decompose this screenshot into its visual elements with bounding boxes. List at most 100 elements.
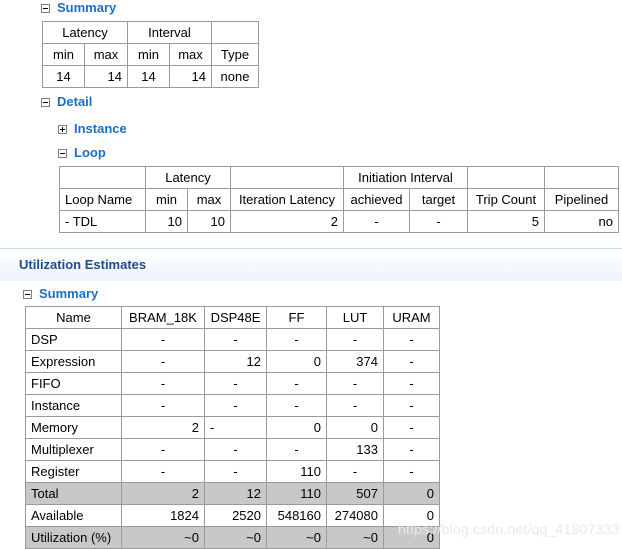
empty-header-cell bbox=[59, 166, 146, 189]
table-row: Register - - 110 - - bbox=[25, 460, 440, 483]
expand-instance-icon[interactable] bbox=[58, 125, 67, 134]
util-summary-title[interactable]: Summary bbox=[39, 286, 98, 302]
loop-table: Latency Initiation Interval Loop Name mi… bbox=[59, 166, 619, 233]
table-cell: 0 bbox=[383, 482, 440, 505]
table-row: Expression - 12 0 374 - bbox=[25, 350, 440, 373]
table-cell: - bbox=[326, 460, 384, 483]
table-cell: - bbox=[266, 438, 327, 461]
col-header: min bbox=[127, 43, 170, 66]
detail-title[interactable]: Detail bbox=[57, 94, 92, 110]
col-header: achieved bbox=[343, 188, 410, 211]
table-cell: 274080 bbox=[326, 504, 384, 527]
table-cell: 14 bbox=[127, 65, 170, 88]
col-header: max bbox=[169, 43, 212, 66]
table-cell: 5 bbox=[467, 210, 545, 233]
table-cell: 0 bbox=[266, 350, 327, 373]
row-name: Total bbox=[25, 482, 122, 505]
row-name: DSP bbox=[25, 328, 122, 351]
table-cell: 507 bbox=[326, 482, 384, 505]
table-cell: 14 bbox=[84, 65, 128, 88]
table-cell: - bbox=[383, 328, 440, 351]
latency-group-header: Latency bbox=[145, 166, 231, 189]
col-header: LUT bbox=[326, 306, 384, 329]
col-header: min bbox=[145, 188, 188, 211]
utilization-summary-table: Name BRAM_18K DSP48E FF LUT URAM DSP - -… bbox=[25, 306, 440, 549]
table-cell: - bbox=[343, 210, 410, 233]
table-row: FIFO - - - - - bbox=[25, 372, 440, 395]
col-header: URAM bbox=[383, 306, 440, 329]
col-header: Name bbox=[25, 306, 122, 329]
instance-title[interactable]: Instance bbox=[74, 121, 127, 137]
total-row: Total 2 12 110 507 0 bbox=[25, 482, 440, 505]
col-header: Trip Count bbox=[467, 188, 545, 211]
collapse-loop-icon[interactable] bbox=[58, 149, 67, 158]
table-cell: - bbox=[383, 394, 440, 417]
empty-header-cell bbox=[467, 166, 545, 189]
utilization-estimates-title[interactable]: Utilization Estimates bbox=[19, 257, 146, 272]
col-header: min bbox=[42, 43, 85, 66]
table-cell: - bbox=[326, 372, 384, 395]
table-cell: - bbox=[266, 328, 327, 351]
table-cell: - bbox=[383, 350, 440, 373]
table-cell: - bbox=[383, 372, 440, 395]
table-cell: - bbox=[409, 210, 468, 233]
table-row: Instance - - - - - bbox=[25, 394, 440, 417]
collapse-summary-icon[interactable] bbox=[41, 4, 50, 13]
table-cell: - bbox=[121, 438, 205, 461]
col-header: Loop Name bbox=[59, 188, 146, 211]
table-cell: 133 bbox=[326, 438, 384, 461]
table-cell: - bbox=[204, 394, 267, 417]
table-cell: - TDL bbox=[59, 210, 146, 233]
col-header: FF bbox=[266, 306, 327, 329]
empty-header-cell bbox=[230, 166, 344, 189]
table-cell: 12 bbox=[204, 350, 267, 373]
table-cell: 374 bbox=[326, 350, 384, 373]
row-name: Expression bbox=[25, 350, 122, 373]
table-cell: 2 bbox=[121, 416, 205, 439]
col-header: max bbox=[187, 188, 231, 211]
table-cell: 2 bbox=[121, 482, 205, 505]
col-header: Iteration Latency bbox=[230, 188, 344, 211]
collapse-detail-icon[interactable] bbox=[41, 98, 50, 107]
collapse-util-summary-icon[interactable] bbox=[23, 290, 32, 299]
table-cell: none bbox=[211, 65, 259, 88]
row-name: Utilization (%) bbox=[25, 526, 122, 549]
table-cell: 2 bbox=[230, 210, 344, 233]
table-cell: - bbox=[204, 416, 267, 439]
loop-title[interactable]: Loop bbox=[74, 145, 106, 161]
row-name: FIFO bbox=[25, 372, 122, 395]
col-header: max bbox=[84, 43, 128, 66]
table-cell: ~0 bbox=[121, 526, 205, 549]
table-row: DSP - - - - - bbox=[25, 328, 440, 351]
col-header: DSP48E bbox=[204, 306, 267, 329]
col-header: BRAM_18K bbox=[121, 306, 205, 329]
table-cell: - bbox=[266, 394, 327, 417]
table-row: Multiplexer - - - 133 - bbox=[25, 438, 440, 461]
table-cell: - bbox=[383, 438, 440, 461]
table-cell: - bbox=[204, 438, 267, 461]
summary-title[interactable]: Summary bbox=[57, 0, 116, 16]
row-name: Memory bbox=[25, 416, 122, 439]
table-cell: 548160 bbox=[266, 504, 327, 527]
table-cell: 0 bbox=[266, 416, 327, 439]
table-cell: 10 bbox=[187, 210, 231, 233]
table-cell: ~0 bbox=[204, 526, 267, 549]
col-header: Type bbox=[211, 43, 259, 66]
available-row: Available 1824 2520 548160 274080 0 bbox=[25, 504, 440, 527]
table-cell: - bbox=[383, 460, 440, 483]
latency-group-header: Latency bbox=[42, 21, 128, 44]
table-cell: 14 bbox=[169, 65, 212, 88]
table-cell: no bbox=[544, 210, 619, 233]
row-name: Register bbox=[25, 460, 122, 483]
col-header: Pipelined bbox=[544, 188, 619, 211]
table-cell: 0 bbox=[326, 416, 384, 439]
table-cell: - bbox=[121, 328, 205, 351]
table-cell: 110 bbox=[266, 460, 327, 483]
initiation-interval-group-header: Initiation Interval bbox=[343, 166, 468, 189]
table-cell: - bbox=[383, 416, 440, 439]
row-name: Available bbox=[25, 504, 122, 527]
col-header: target bbox=[409, 188, 468, 211]
table-row: Memory 2 - 0 0 - bbox=[25, 416, 440, 439]
row-name: Multiplexer bbox=[25, 438, 122, 461]
table-cell: - bbox=[121, 394, 205, 417]
